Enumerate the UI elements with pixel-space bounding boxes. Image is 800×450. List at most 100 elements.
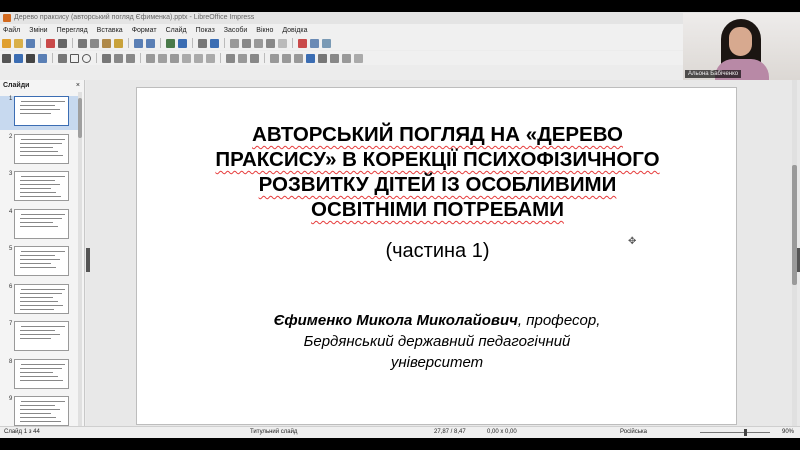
left-splitter-handle[interactable] — [86, 248, 90, 272]
menu-slideshow[interactable]: Показ — [196, 27, 215, 34]
thumbnail-preview — [14, 208, 69, 239]
line-icon[interactable] — [58, 53, 67, 63]
author-block[interactable]: Єфименко Микола Миколайович, професор, Б… — [237, 310, 637, 373]
shadow-icon[interactable] — [306, 53, 315, 63]
duplicate-slide-icon[interactable] — [322, 38, 331, 48]
clone-icon[interactable] — [114, 38, 123, 48]
scroll-thumb[interactable] — [792, 165, 797, 285]
status-bar: Слайд 1 з 44 Титульний слайд 27,87 / 8,4… — [0, 426, 800, 438]
new-slide-icon[interactable] — [310, 38, 319, 48]
connector-icon[interactable] — [126, 53, 135, 63]
symbol-shapes-icon[interactable] — [158, 53, 167, 63]
menu-bar: Файл Зміни Перегляд Вставка Формат Слайд… — [0, 24, 800, 36]
thumbnail-number: 9 — [9, 396, 13, 402]
basic-shapes-icon[interactable] — [146, 53, 155, 63]
grid-icon[interactable] — [198, 38, 207, 48]
menu-slide[interactable]: Слайд — [166, 27, 187, 34]
media-icon[interactable] — [254, 38, 263, 48]
standard-toolbar — [0, 36, 683, 50]
slide-thumbnail[interactable]: 5 — [0, 246, 82, 280]
undo-icon[interactable] — [134, 38, 143, 48]
participant-name: Альона Бабіченко — [685, 70, 742, 78]
transform-icon[interactable] — [342, 53, 351, 63]
language-indicator[interactable]: Російська — [620, 429, 647, 435]
redo-icon[interactable] — [146, 38, 155, 48]
fill-color-icon[interactable] — [38, 53, 47, 63]
callouts-icon[interactable] — [194, 53, 203, 63]
menu-tools[interactable]: Засоби — [224, 27, 248, 34]
rotate-icon[interactable] — [270, 53, 279, 63]
slide-subtitle[interactable]: (частина 1) — [137, 240, 738, 263]
arrow-icon[interactable] — [102, 53, 111, 63]
thumbnail-number: 2 — [9, 133, 13, 140]
ellipse-icon[interactable] — [82, 53, 91, 63]
rectangle-icon[interactable] — [70, 53, 79, 63]
menu-view[interactable]: Перегляд — [57, 27, 88, 34]
slide-thumbnail[interactable]: 2 — [0, 133, 82, 168]
block-arrows-icon[interactable] — [170, 53, 179, 63]
stars-icon[interactable] — [206, 53, 215, 63]
title-line: РОЗВИТКУ ДІТЕЙ ІЗ ОСОБЛИВИМИ — [258, 173, 617, 196]
slide-thumbnail[interactable]: 7 — [0, 321, 82, 355]
thumbnail-number: 3 — [9, 171, 13, 177]
crop-icon[interactable] — [318, 53, 327, 63]
thumbnail-preview — [14, 246, 69, 276]
spelling-icon[interactable] — [178, 38, 187, 48]
points-icon[interactable] — [226, 53, 235, 63]
slide-thumbnail[interactable]: 4 — [0, 208, 82, 243]
menu-file[interactable]: Файл — [3, 27, 20, 34]
paste-icon[interactable] — [102, 38, 111, 48]
menu-help[interactable]: Довідка — [282, 27, 307, 34]
scroll-thumb[interactable] — [78, 98, 82, 138]
select-icon[interactable] — [2, 53, 11, 63]
zoom-slider-thumb[interactable] — [744, 429, 747, 436]
zoom-level[interactable]: 90% — [782, 429, 794, 435]
slide-thumbnail[interactable]: 6 — [0, 283, 82, 318]
slide-thumbnail[interactable]: 9 — [0, 396, 82, 430]
new-icon[interactable] — [2, 38, 11, 48]
close-pane-icon[interactable]: × — [76, 80, 80, 92]
thumbnail-number: 8 — [9, 358, 13, 365]
menu-edit[interactable]: Зміни — [29, 27, 47, 34]
slide-title[interactable]: АВТОРСЬКИЙ ПОГЛЯД НА «ДЕРЕВО ПРАКСИСУ» В… — [137, 122, 738, 222]
save-icon[interactable] — [26, 38, 35, 48]
slide-layout-name[interactable]: Титульний слайд — [250, 429, 297, 435]
text-icon[interactable] — [26, 53, 35, 63]
filter-icon[interactable] — [330, 53, 339, 63]
workspace-vertical-scrollbar[interactable] — [792, 80, 797, 432]
menu-format[interactable]: Формат — [132, 27, 157, 34]
image-icon[interactable] — [242, 38, 251, 48]
display-views-icon[interactable] — [210, 38, 219, 48]
thumbnail-number: 6 — [9, 283, 13, 290]
interaction-icon[interactable] — [354, 53, 363, 63]
slides-pane-scrollbar[interactable] — [78, 92, 82, 432]
export-pdf-icon[interactable] — [46, 38, 55, 48]
copy-icon[interactable] — [90, 38, 99, 48]
arrange-icon[interactable] — [294, 53, 303, 63]
print-icon[interactable] — [58, 38, 67, 48]
thumbnail-number: 1 — [9, 96, 13, 102]
align-icon[interactable] — [282, 53, 291, 63]
slide-thumbnail[interactable]: 1 — [0, 96, 82, 130]
curve-icon[interactable] — [114, 53, 123, 63]
find-icon[interactable] — [166, 38, 175, 48]
thumbnail-preview — [14, 321, 69, 351]
menu-window[interactable]: Вікно — [256, 27, 273, 34]
chart-icon[interactable] — [266, 38, 275, 48]
open-icon[interactable] — [14, 38, 23, 48]
toggle-extrusion-icon[interactable] — [250, 53, 259, 63]
title-line: ОСВІТНІМИ ПОТРЕБАМИ — [311, 198, 564, 221]
glue-icon[interactable] — [238, 53, 247, 63]
cut-icon[interactable] — [78, 38, 87, 48]
start-show-icon[interactable] — [298, 38, 307, 48]
zoom-icon[interactable] — [14, 53, 23, 63]
zoom-slider[interactable] — [700, 429, 770, 436]
slide-thumbnail[interactable]: 8 — [0, 358, 82, 393]
textbox-icon[interactable] — [278, 38, 287, 48]
slide-thumbnail[interactable]: 3 — [0, 171, 82, 205]
current-slide[interactable]: АВТОРСЬКИЙ ПОГЛЯД НА «ДЕРЕВО ПРАКСИСУ» В… — [136, 87, 737, 425]
table-icon[interactable] — [230, 38, 239, 48]
menu-insert[interactable]: Вставка — [97, 27, 123, 34]
flowchart-icon[interactable] — [182, 53, 191, 63]
thumbnail-number: 7 — [9, 321, 13, 327]
